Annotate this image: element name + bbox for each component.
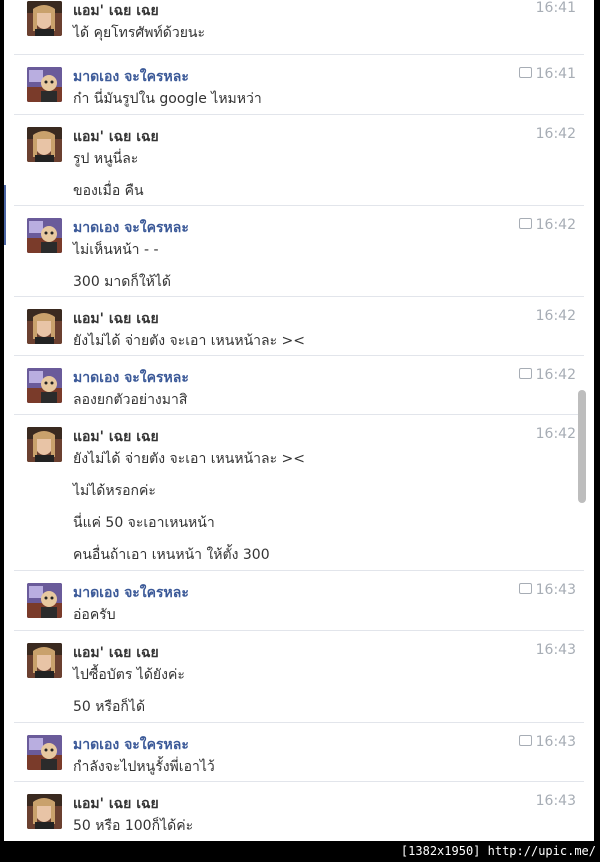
message-text: รูป หนูนี่ละ (73, 151, 139, 167)
message-text: 300 มาดก็ให้ได้ (73, 274, 172, 290)
timestamp-text: 16:42 (535, 126, 576, 142)
message-text: นี่แค่ 50 จะเอาเหนหน้า (73, 515, 215, 531)
message-separator (14, 570, 584, 571)
message-timestamp: 16:42 (536, 308, 576, 324)
message-text: ยังไม่ได้ จ่ายตัง จะเอา เหนหน้าละ >< (73, 451, 306, 467)
timestamp-text: 16:43 (535, 642, 576, 658)
message-text: กำลังจะไปหนูรั้งพี่เอาไว้ (73, 759, 215, 775)
sender-name[interactable]: แอม' เฉย เฉย (73, 426, 159, 448)
timestamp-text: 16:43 (535, 734, 576, 750)
timestamp-text: 16:43 (535, 793, 576, 809)
scrollbar-thumb[interactable] (578, 390, 586, 503)
left-accent-bar (4, 185, 6, 245)
sender-name[interactable]: มาดเอง จะใครหละ (73, 217, 189, 239)
message-separator (14, 630, 584, 631)
timestamp-text: 16:42 (535, 217, 576, 233)
message-separator (14, 205, 584, 206)
sender-name[interactable]: มาดเอง จะใครหละ (73, 582, 189, 604)
message-text: ได้ คุยโทรศัพท์ด้วยนะ (73, 25, 206, 41)
sender-name[interactable]: มาดเอง จะใครหละ (73, 367, 189, 389)
message-timestamp: 16:41 (518, 66, 576, 82)
screenshot-frame: แอม' เฉย เฉย 16:41 ได้ คุยโทรศัพท์ด้วยนะมา… (0, 0, 600, 862)
chat-bubble-icon (518, 583, 532, 594)
chat-bubble-icon (518, 218, 532, 229)
timestamp-text: 16:42 (535, 308, 576, 324)
timestamp-text: 16:41 (535, 66, 576, 82)
avatar[interactable] (27, 218, 62, 253)
message-text: 50 หรือ 100ก็ได้ค่ะ (73, 818, 194, 834)
chat-bubble-icon (518, 735, 532, 746)
message-timestamp: 16:43 (536, 642, 576, 658)
message-text: คนอื่นถ้าเอา เหนหน้า ให้ตั้ง 300 (73, 547, 270, 563)
message-timestamp: 16:43 (536, 793, 576, 809)
sender-name[interactable]: แอม' เฉย เฉย (73, 0, 159, 22)
chat-bubble-icon (518, 67, 532, 78)
chat-conversation-panel: แอม' เฉย เฉย 16:41 ได้ คุยโทรศัพท์ด้วยนะมา… (4, 0, 594, 841)
avatar[interactable] (27, 368, 62, 403)
message-separator (14, 722, 584, 723)
avatar[interactable] (27, 427, 62, 462)
sender-name[interactable]: แอม' เฉย เฉย (73, 793, 159, 815)
avatar[interactable] (27, 127, 62, 162)
sender-name[interactable]: มาดเอง จะใครหละ (73, 734, 189, 756)
message-timestamp: 16:43 (518, 582, 576, 598)
image-source-caption: [1382x1950] http://upic.me/ (400, 844, 596, 858)
message-text: ของเมื่อ คืน (73, 183, 144, 199)
message-text: ลองยกตัวอย่างมาสิ (73, 392, 188, 408)
sender-name[interactable]: มาดเอง จะใครหละ (73, 66, 189, 88)
message-timestamp: 16:42 (536, 126, 576, 142)
message-text: ไม่ได้หรอกค่ะ (73, 483, 156, 499)
message-text: ไปซื้อบัตร ได้ยังค่ะ (73, 667, 185, 683)
avatar[interactable] (27, 643, 62, 678)
chat-bubble-icon (518, 368, 532, 379)
message-text: ไม่เห็นหน้า - - (73, 242, 159, 258)
timestamp-text: 16:43 (535, 582, 576, 598)
message-separator (14, 414, 584, 415)
avatar[interactable] (27, 309, 62, 344)
message-separator (14, 54, 584, 55)
message-text: ก๋า นี่มันรูปใน google ไหมหว่า (73, 91, 262, 107)
message-timestamp: 16:43 (518, 734, 576, 750)
avatar[interactable] (27, 583, 62, 618)
timestamp-text: 16:41 (535, 0, 576, 16)
avatar[interactable] (27, 67, 62, 102)
sender-name[interactable]: แอม' เฉย เฉย (73, 126, 159, 148)
message-separator (14, 296, 584, 297)
message-text: อ่อครับ (73, 607, 116, 623)
timestamp-text: 16:42 (535, 367, 576, 383)
timestamp-text: 16:42 (535, 426, 576, 442)
avatar[interactable] (27, 794, 62, 829)
message-timestamp: 16:42 (518, 367, 576, 383)
sender-name[interactable]: แอม' เฉย เฉย (73, 642, 159, 664)
avatar[interactable] (27, 1, 62, 36)
message-text: ยังไม่ได้ จ่ายตัง จะเอา เหนหน้าละ >< (73, 333, 306, 349)
sender-name[interactable]: แอม' เฉย เฉย (73, 308, 159, 330)
message-timestamp: 16:42 (536, 426, 576, 442)
message-timestamp: 16:42 (518, 217, 576, 233)
message-text: 50 หรือก็ได้ (73, 699, 146, 715)
message-separator (14, 114, 584, 115)
message-timestamp: 16:41 (536, 0, 576, 16)
avatar[interactable] (27, 735, 62, 770)
message-separator (14, 355, 584, 356)
message-separator (14, 781, 584, 782)
